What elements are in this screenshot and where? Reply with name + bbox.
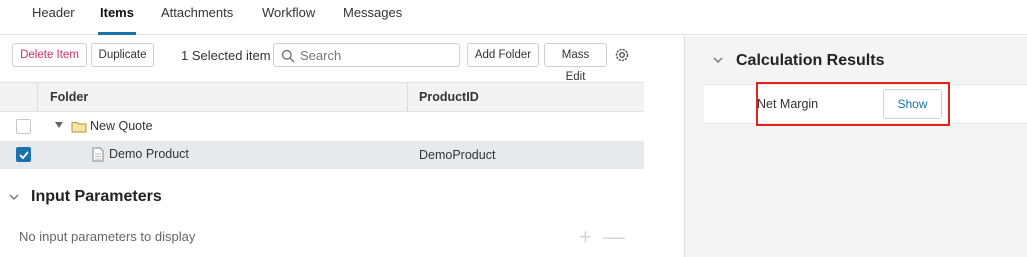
table-row[interactable]: New Quote — [0, 113, 644, 141]
folder-name: New Quote — [90, 119, 153, 133]
chevron-down-icon[interactable] — [8, 191, 20, 203]
table-row[interactable]: Demo Product DemoProduct — [0, 141, 644, 169]
input-parameters-title: Input Parameters — [31, 188, 162, 205]
selected-count: 1 Selected item — [181, 48, 271, 63]
search-icon — [281, 49, 295, 63]
row-checkbox[interactable] — [16, 147, 31, 162]
tab-header[interactable]: Header — [32, 5, 75, 35]
calculation-results-title: Calculation Results — [736, 52, 885, 69]
remove-parameter-button[interactable]: — — [603, 226, 625, 248]
tab-workflow[interactable]: Workflow — [262, 5, 315, 35]
items-pane: Delete Item Duplicate 1 Selected item Se… — [0, 36, 684, 257]
grid-header: Folder ProductID — [0, 82, 644, 112]
document-icon — [92, 147, 104, 162]
duplicate-button[interactable]: Duplicate — [91, 43, 154, 67]
caret-down-icon[interactable] — [55, 122, 63, 128]
calculation-results-panel: Calculation Results Net Margin Show — [684, 36, 1027, 257]
folder-icon — [71, 122, 87, 133]
highlight-box — [756, 82, 950, 126]
product-id: DemoProduct — [419, 148, 496, 162]
checkmark-icon — [19, 151, 29, 160]
tab-items[interactable]: Items — [98, 5, 136, 35]
tab-messages[interactable]: Messages — [343, 5, 402, 35]
empty-state-text: No input parameters to display — [19, 229, 196, 244]
gear-icon[interactable] — [613, 46, 631, 64]
chevron-down-icon[interactable] — [712, 54, 724, 66]
add-parameter-button[interactable]: + — [579, 226, 592, 248]
column-folder[interactable]: Folder — [50, 90, 88, 104]
add-folder-button[interactable]: Add Folder — [467, 43, 539, 67]
delete-item-button[interactable]: Delete Item — [12, 43, 87, 67]
search-input[interactable]: Search — [273, 43, 460, 67]
tab-items-label: Items — [100, 5, 134, 20]
tab-bar: Header Items Attachments Workflow Messag… — [0, 0, 1027, 35]
mass-edit-button[interactable]: Mass Edit — [544, 43, 607, 83]
active-tab-indicator — [98, 32, 136, 35]
product-name: Demo Product — [109, 147, 189, 161]
tab-attachments[interactable]: Attachments — [161, 5, 233, 35]
column-divider[interactable] — [37, 83, 38, 112]
column-divider[interactable] — [407, 83, 408, 112]
row-checkbox[interactable] — [16, 119, 31, 134]
search-placeholder: Search — [300, 48, 342, 63]
column-productid[interactable]: ProductID — [419, 90, 479, 104]
